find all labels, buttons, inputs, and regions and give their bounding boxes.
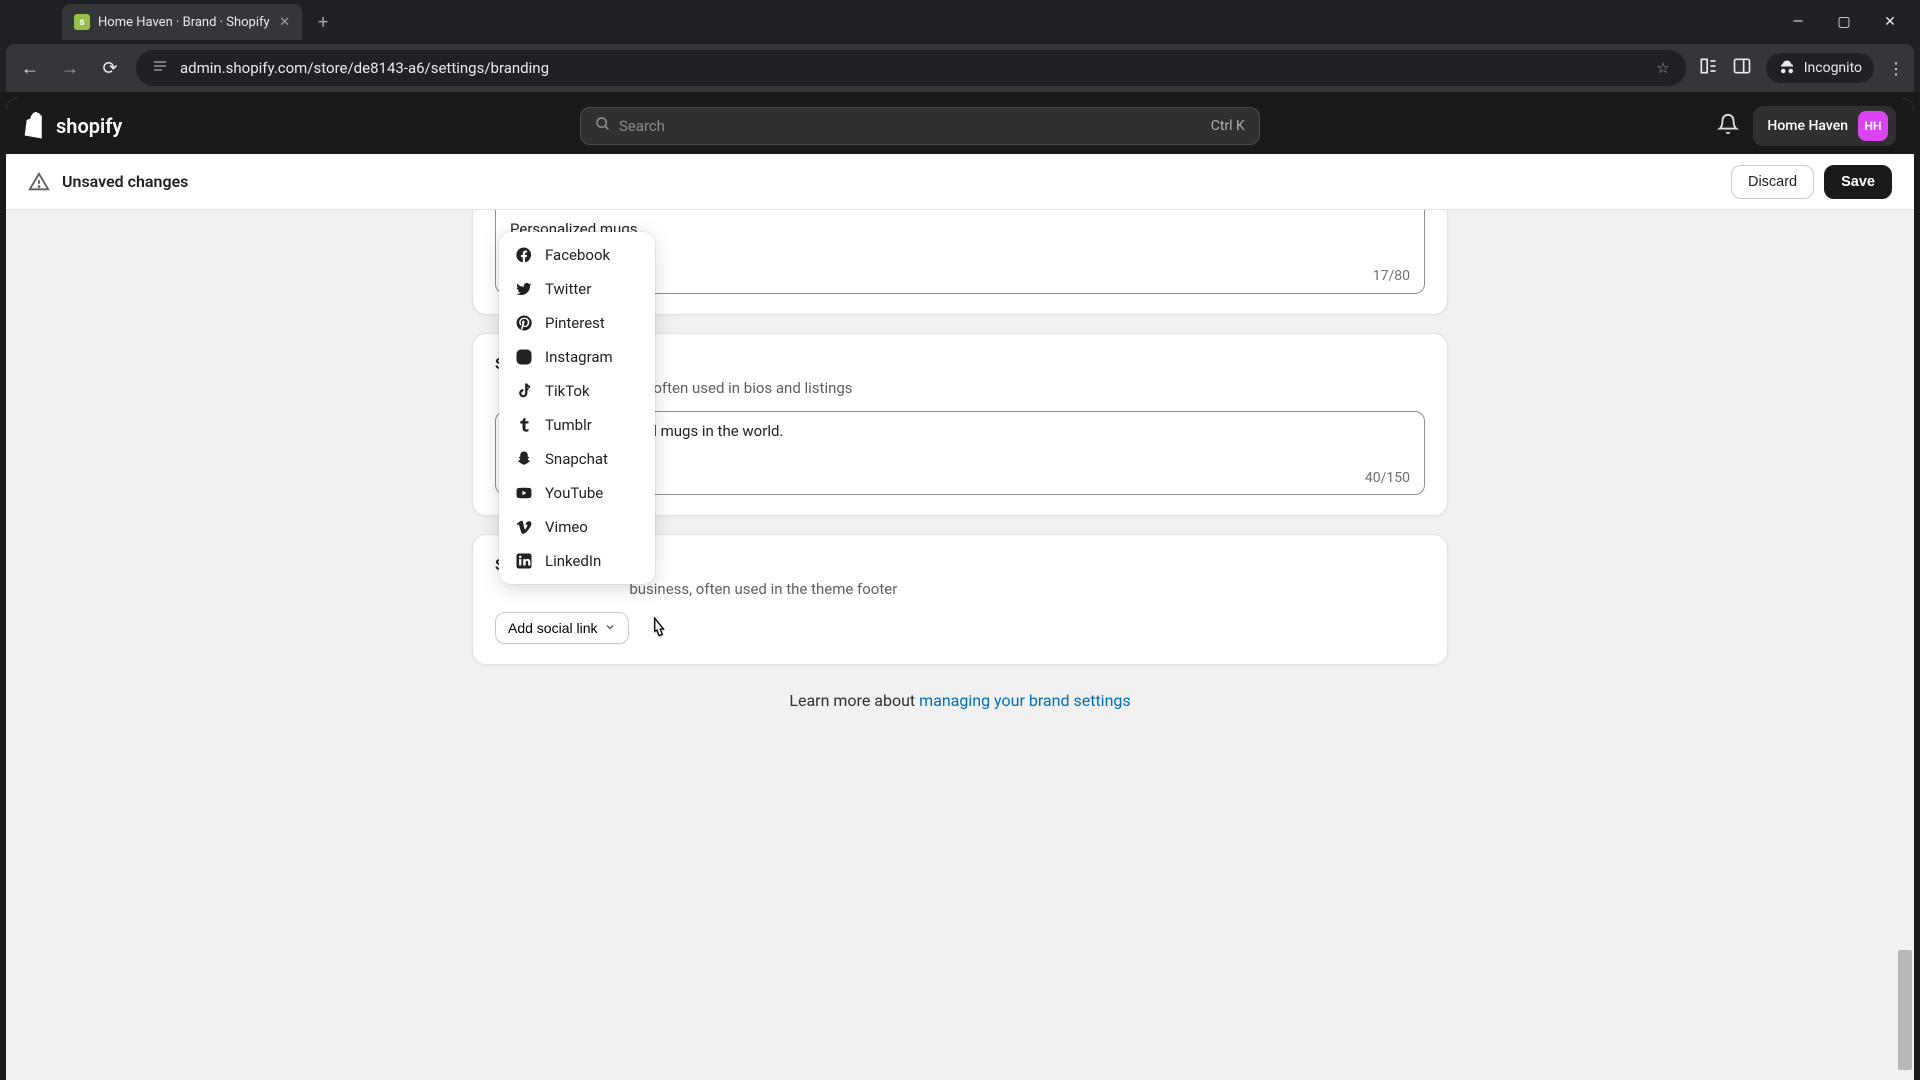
- social-option-facebook[interactable]: Facebook: [505, 238, 649, 272]
- linkedin-icon: [515, 552, 533, 570]
- social-link-dropdown: Facebook Twitter Pinterest Instagram: [499, 232, 655, 584]
- add-social-link-button[interactable]: Add social link: [495, 612, 629, 644]
- incognito-badge[interactable]: Incognito: [1766, 53, 1874, 83]
- address-bar[interactable]: admin.shopify.com/store/de8143-a6/settin…: [136, 50, 1686, 86]
- bookmark-icon[interactable]: ☆: [1656, 59, 1669, 77]
- close-window-icon[interactable]: ✕: [1876, 14, 1904, 30]
- site-info-icon[interactable]: [152, 58, 168, 78]
- window-controls: — ▢ ✕: [1784, 14, 1920, 30]
- contextual-save-bar: Unsaved changes Discard Save: [6, 154, 1914, 210]
- shopify-favicon: s: [74, 14, 90, 30]
- content-scroll[interactable]: Personalized mugs 17/80 S Describe your …: [6, 210, 1914, 1080]
- minimize-icon[interactable]: —: [1784, 14, 1812, 30]
- social-desc: business, often used in the theme footer: [629, 580, 897, 598]
- maximize-icon[interactable]: ▢: [1830, 14, 1858, 30]
- extensions-icon[interactable]: [1698, 56, 1718, 80]
- forward-button[interactable]: →: [56, 58, 84, 79]
- social-option-vimeo[interactable]: Vimeo: [505, 510, 649, 544]
- tumblr-icon: [515, 416, 533, 434]
- store-name: Home Haven: [1767, 118, 1848, 134]
- app-viewport: shopify Search Ctrl K Home Haven HH: [0, 92, 1920, 1080]
- snapchat-icon: [515, 450, 533, 468]
- menu-icon[interactable]: ⋮: [1888, 59, 1904, 78]
- back-button[interactable]: ←: [16, 58, 44, 79]
- shopify-logo[interactable]: shopify: [24, 112, 122, 140]
- browser-tab[interactable]: s Home Haven · Brand · Shopify ✕: [62, 4, 302, 40]
- chevron-down-icon: [604, 620, 616, 636]
- youtube-icon: [515, 484, 533, 502]
- social-option-linkedin[interactable]: LinkedIn: [505, 544, 649, 578]
- social-option-instagram[interactable]: Instagram: [505, 340, 649, 374]
- learn-more-link[interactable]: managing your brand settings: [919, 691, 1131, 710]
- twitter-icon: [515, 280, 533, 298]
- social-option-twitter[interactable]: Twitter: [505, 272, 649, 306]
- save-button[interactable]: Save: [1824, 165, 1892, 199]
- discard-button[interactable]: Discard: [1731, 165, 1814, 199]
- learn-more-prefix: Learn more about: [789, 691, 919, 710]
- search-icon: [595, 116, 611, 136]
- browser-toolbar: ← → ⟳ admin.shopify.com/store/de8143-a6/…: [6, 44, 1914, 92]
- social-option-youtube[interactable]: YouTube: [505, 476, 649, 510]
- instagram-icon: [515, 348, 533, 366]
- tab-strip: s Home Haven · Brand · Shopify ✕ + — ▢ ✕: [0, 0, 1920, 44]
- vimeo-icon: [515, 518, 533, 536]
- social-option-tumblr[interactable]: Tumblr: [505, 408, 649, 442]
- browser-chrome: s Home Haven · Brand · Shopify ✕ + — ▢ ✕…: [0, 0, 1920, 92]
- tab-title: Home Haven · Brand · Shopify: [98, 15, 270, 30]
- scrollbar-thumb[interactable]: [1898, 950, 1912, 1070]
- social-option-snapchat[interactable]: Snapchat: [505, 442, 649, 476]
- social-option-tiktok[interactable]: TikTok: [505, 374, 649, 408]
- social-option-pinterest[interactable]: Pinterest: [505, 306, 649, 340]
- search-shortcut: Ctrl K: [1211, 118, 1245, 134]
- unsaved-message: Unsaved changes: [62, 172, 188, 191]
- incognito-label: Incognito: [1804, 60, 1862, 76]
- notifications-icon[interactable]: [1717, 113, 1739, 139]
- alert-icon: [28, 171, 50, 193]
- url-text: admin.shopify.com/store/de8143-a6/settin…: [180, 59, 549, 77]
- reload-button[interactable]: ⟳: [96, 58, 124, 79]
- search-placeholder: Search: [619, 117, 665, 135]
- store-avatar: HH: [1858, 111, 1888, 141]
- store-menu[interactable]: Home Haven HH: [1753, 106, 1896, 146]
- learn-more: Learn more about managing your brand set…: [472, 691, 1448, 710]
- add-social-label: Add social link: [508, 620, 598, 636]
- pinterest-icon: [515, 314, 533, 332]
- panel-icon[interactable]: [1732, 56, 1752, 80]
- facebook-icon: [515, 246, 533, 264]
- shopify-wordmark: shopify: [56, 114, 122, 138]
- new-tab-button[interactable]: +: [310, 8, 336, 37]
- app-topbar: shopify Search Ctrl K Home Haven HH: [6, 98, 1914, 154]
- tiktok-icon: [515, 382, 533, 400]
- search-bar[interactable]: Search Ctrl K: [580, 107, 1260, 145]
- close-tab-icon[interactable]: ✕: [279, 15, 290, 30]
